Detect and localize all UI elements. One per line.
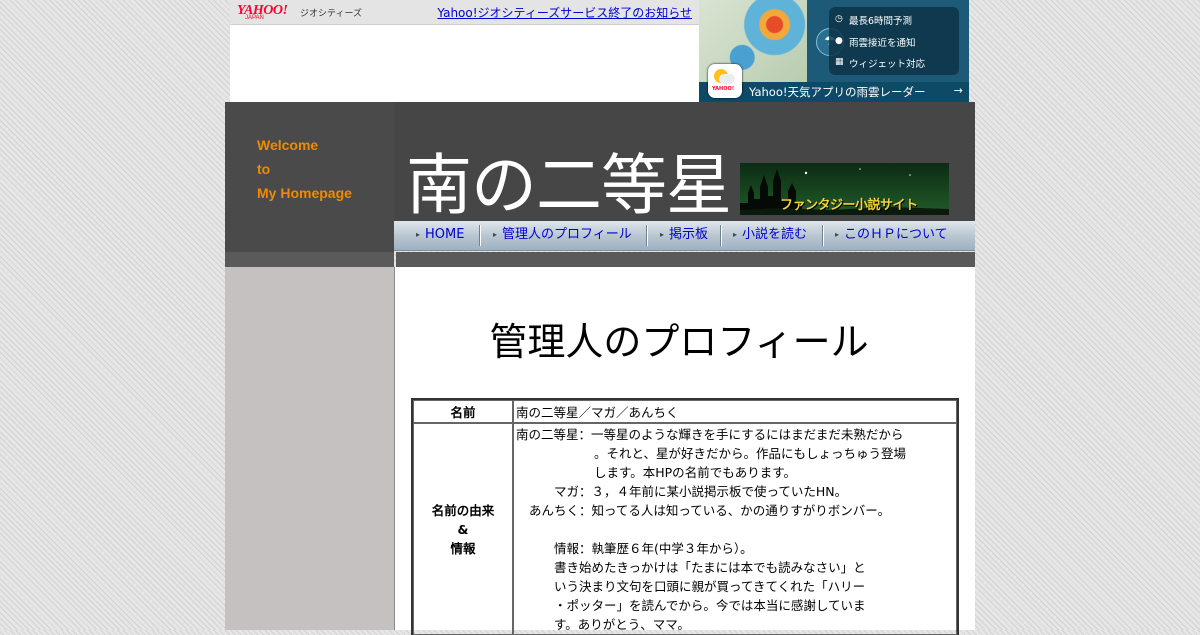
nav-profile[interactable]: ▸ 管理人のプロフィール xyxy=(493,221,632,250)
welcome-text: Welcome to My Homepage xyxy=(257,133,352,205)
origin-label-line-3: 情報 xyxy=(450,540,476,556)
nav-bbs-label: 掲示板 xyxy=(669,227,709,242)
cloud-icon xyxy=(719,74,735,84)
ad-feature-panel: ◷ 最長6時間予測 ● 雨雲接近を通知 ▦ ウィジェット対応 xyxy=(829,7,959,75)
triangle-right-icon: ▸ xyxy=(733,230,738,239)
origin-label: 名前の由来 & 情報 xyxy=(413,423,513,635)
banner-text: ファンタジー小説サイト xyxy=(780,198,918,213)
site-title: 南の二等星 xyxy=(406,147,732,224)
triangle-right-icon: ▸ xyxy=(835,230,840,239)
ad-feature-2: 雨雲接近を通知 xyxy=(849,38,916,49)
sidebar xyxy=(225,267,395,630)
arrow-right-icon: → xyxy=(953,84,963,97)
table-row: 名前の由来 & 情報 南の二等星：一等星のような輝きを手にするにはまだまだ未熟だ… xyxy=(413,423,957,635)
clock-icon: ◷ xyxy=(835,14,843,24)
info-line: 書き始めたきっかけは「たまには本でも読みなさい」と xyxy=(554,560,866,575)
info-line: ・ポッター」を読んでから。今では本当に感謝していま xyxy=(554,598,866,613)
nav-divider xyxy=(479,225,481,246)
site-header: 南の二等星 ファンタジー小説サイト xyxy=(394,102,975,224)
content-top-bar xyxy=(396,252,975,267)
nav-bbs[interactable]: ▸ 掲示板 xyxy=(660,221,708,250)
nav-novels-label: 小説を読む xyxy=(742,227,808,242)
location-pin-icon: ● xyxy=(835,36,843,46)
table-row: 名前 南の二等星／マガ／あんちく xyxy=(413,400,957,423)
geocities-label: ジオシティーズ xyxy=(300,9,363,19)
nav-divider xyxy=(822,225,824,246)
weather-app-icon: YAHOO! xyxy=(708,64,742,98)
sidebar-top-bar xyxy=(225,252,394,267)
profile-table: 名前 南の二等星／マガ／あんちく 名前の由来 & 情報 南の二等星：一等星のよう… xyxy=(411,398,959,635)
ad-feature-3: ウィジェット対応 xyxy=(849,59,926,70)
origin-label-line-1: 名前の由来 xyxy=(431,502,495,518)
info-line: 南の二等星：一等星のような輝きを手にするにはまだまだ未熟だから xyxy=(516,427,904,442)
yahoo-logo-sub: JAPAN xyxy=(245,15,264,21)
info-line: します。本HPの名前でもあります。 xyxy=(594,465,796,480)
name-label: 名前 xyxy=(413,400,513,423)
nav-home[interactable]: ▸ HOME xyxy=(416,221,464,250)
triangle-right-icon: ▸ xyxy=(493,230,498,239)
triangle-right-icon: ▸ xyxy=(416,230,421,239)
page-title: 管理人のプロフィール xyxy=(489,320,869,364)
info-line: マガ：３，４年前に某小説掲示板で使っていたHN。 xyxy=(554,484,848,499)
ad-feature-1: 最長6時間予測 xyxy=(849,16,913,27)
info-line: 情報：執筆歴６年(中学３年から）。 xyxy=(554,541,753,556)
welcome-line-2: to xyxy=(257,161,271,177)
nav-divider xyxy=(646,225,648,246)
name-value: 南の二等星／マガ／あんちく xyxy=(513,400,957,423)
service-end-notice-link[interactable]: Yahoo!ジオシティーズサービス終了のお知らせ xyxy=(437,4,692,21)
welcome-line-3: My Homepage xyxy=(257,185,352,201)
welcome-panel: Welcome to My Homepage xyxy=(225,102,394,252)
weather-app-ad[interactable]: ☂ ◷ 最長6時間予測 ● 雨雲接近を通知 ▦ ウィジェット対応 Yahoo!天… xyxy=(699,0,969,102)
origin-label-line-2: & xyxy=(457,521,469,537)
nav-novels[interactable]: ▸ 小説を読む xyxy=(733,221,807,250)
origin-info: 南の二等星：一等星のような輝きを手にするにはまだまだ未熟だから 。それと、星が好… xyxy=(513,423,957,635)
info-line: 。それと、星が好きだから。作品にもしょっちゅう登場 xyxy=(594,446,907,461)
geocities-topbar: YAHOO! JAPAN ジオシティーズ Yahoo!ジオシティーズサービス終了… xyxy=(230,0,700,102)
nav-divider xyxy=(720,225,722,246)
fantasy-novel-banner[interactable]: ファンタジー小説サイト xyxy=(740,163,949,215)
info-line: す。ありがとう、ママ。 xyxy=(554,617,690,632)
geocities-strip: YAHOO! JAPAN ジオシティーズ Yahoo!ジオシティーズサービス終了… xyxy=(230,0,700,25)
nav-about[interactable]: ▸ このＨＰについて xyxy=(835,221,948,250)
info-line: いう決まり文句を口頭に親が買ってきてくれた「ハリー xyxy=(554,579,866,594)
main-nav: ▸ HOME ▸ 管理人のプロフィール ▸ 掲示板 ▸ 小説を読む ▸ このＨＰについて xyxy=(394,221,975,251)
nav-home-label: HOME xyxy=(425,227,465,242)
app-icon-label: YAHOO! xyxy=(712,86,734,92)
nav-profile-label: 管理人のプロフィール xyxy=(502,227,632,242)
triangle-right-icon: ▸ xyxy=(660,230,665,239)
welcome-line-1: Welcome xyxy=(257,137,319,153)
info-line: あんちく：知ってる人は知っている、かの通りすがりボンバー。 xyxy=(529,503,891,518)
nav-about-label: このＨＰについて xyxy=(844,227,948,242)
ad-bottom-text: Yahoo!天気アプリの雨雲レーダー xyxy=(749,85,926,99)
widget-icon: ▦ xyxy=(835,57,844,67)
